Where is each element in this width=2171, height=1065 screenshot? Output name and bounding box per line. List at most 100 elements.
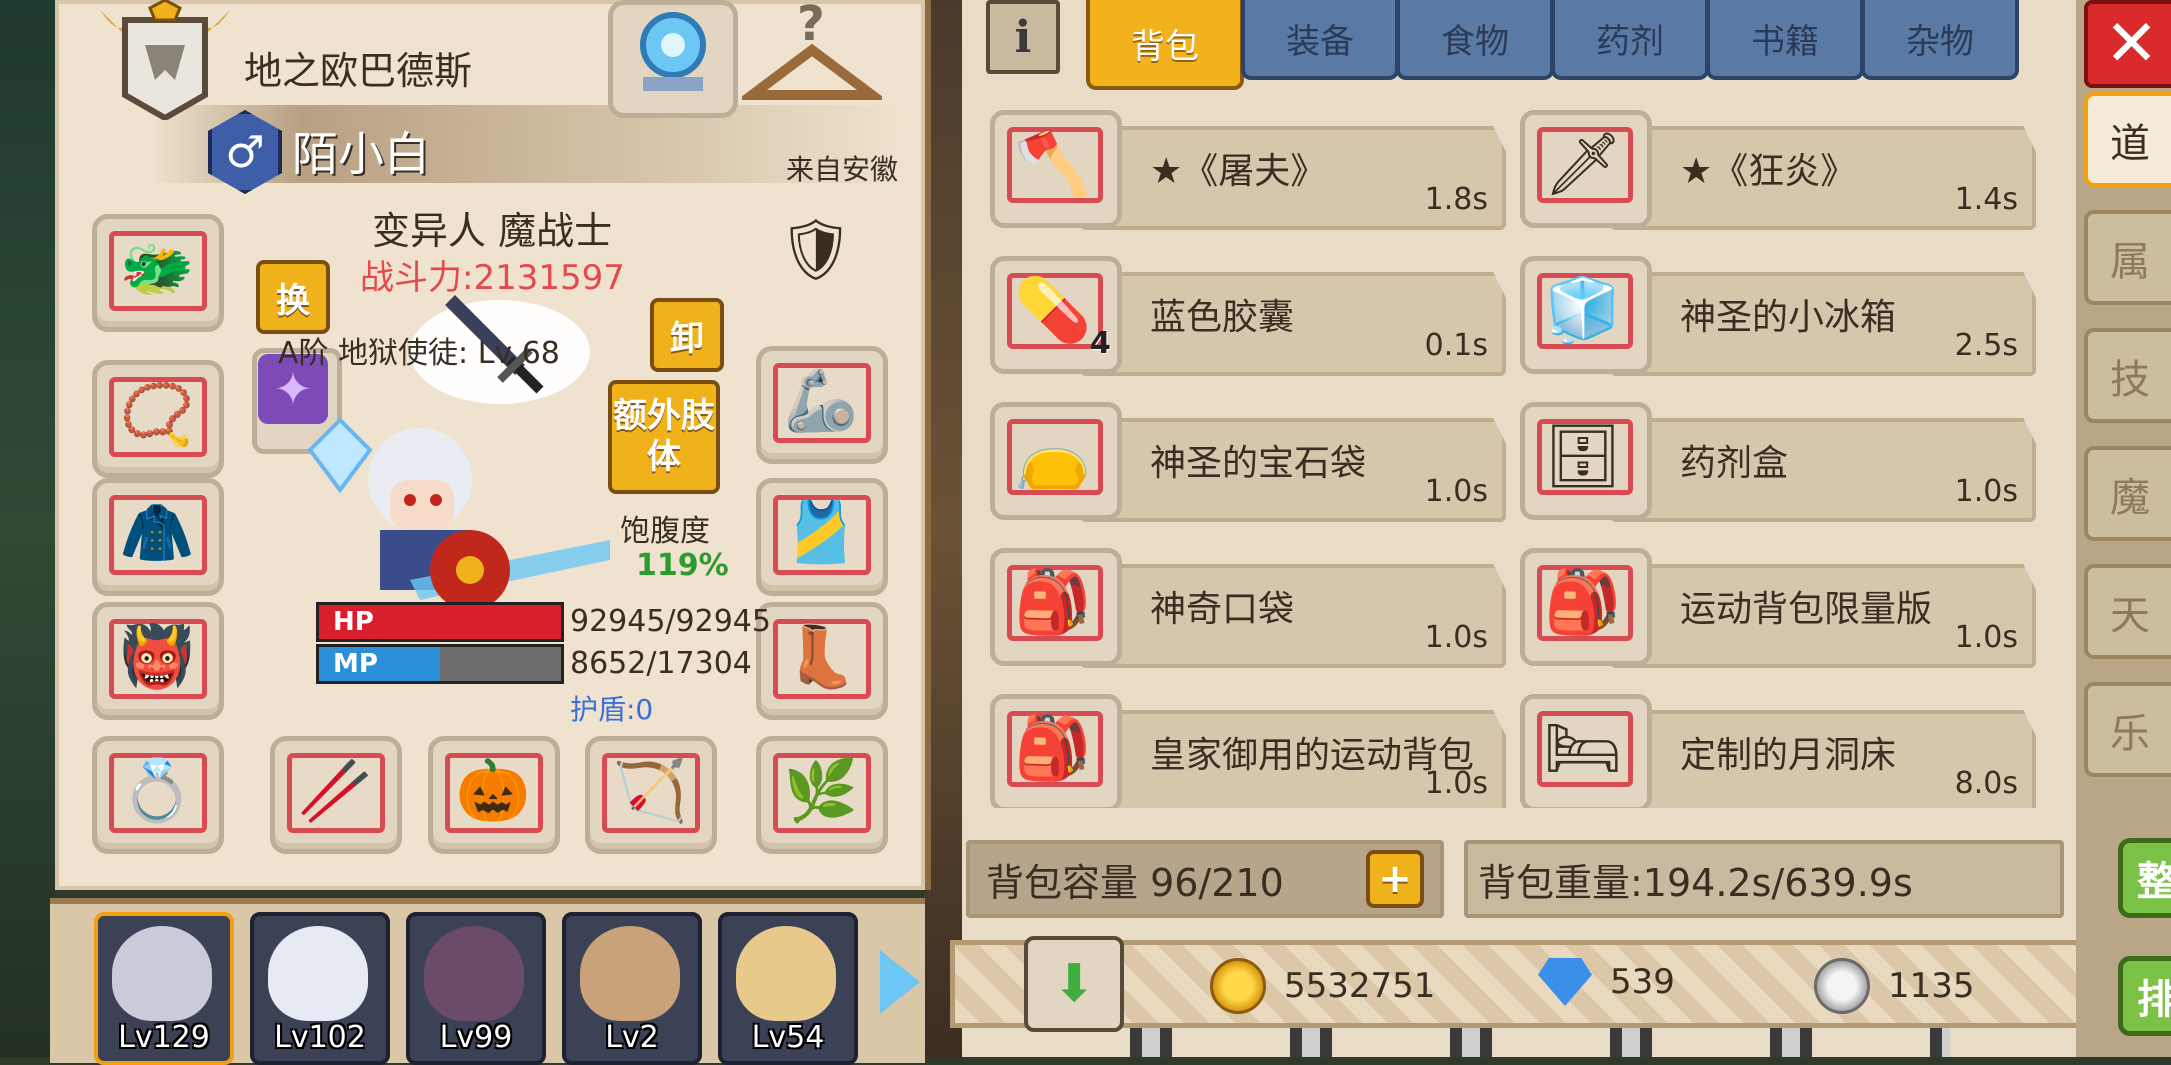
side-action-button-1[interactable]: 排 <box>2118 956 2171 1036</box>
equip-slot-gauntlet[interactable]: 🦾 <box>756 346 888 464</box>
inventory-item[interactable]: 🗄 药剂盒 1.0s <box>1520 402 2036 522</box>
equip-slot-armor[interactable]: 👹 <box>92 602 224 720</box>
hp-label: HP <box>333 607 374 637</box>
wreath-ring-icon: 🌿 <box>783 756 859 826</box>
party-next-arrow-icon[interactable] <box>880 950 920 1014</box>
character-origin: 来自安徽 <box>786 153 899 186</box>
party-member-avatar <box>736 926 836 1021</box>
party-member-level: Lv99 <box>439 1020 513 1055</box>
party-member[interactable]: Lv129 <box>94 912 234 1065</box>
belt-icon: 🎽 <box>783 498 859 568</box>
crest-icon: 🛡 <box>777 215 855 285</box>
weight-text: 背包重量:194.2s/639.9s <box>1478 860 1913 905</box>
close-button[interactable]: ✕ <box>2084 0 2171 88</box>
gold-coin-icon <box>1210 958 1266 1014</box>
side-action-button-0[interactable]: 整 <box>2118 838 2171 918</box>
capacity-text: 背包容量 96/210 <box>986 860 1284 905</box>
dragon-helmet-icon: 🐲 <box>119 234 195 304</box>
equip-slot-necklace[interactable]: 📿 <box>92 360 224 478</box>
equip-slot-crest[interactable]: 🛡 <box>756 200 878 308</box>
inventory-item[interactable]: 💊 蓝色胶囊 0.1s 4 <box>990 256 1506 376</box>
inventory-item[interactable]: 🎒 运动背包限量版 1.0s <box>1520 548 2036 668</box>
tab-2[interactable]: 食物 <box>1396 0 1554 80</box>
deposit-button[interactable]: ⬇ <box>1024 936 1124 1032</box>
boots-icon: 👢 <box>783 622 859 692</box>
character-title: 地之欧巴德斯 <box>244 49 473 93</box>
bottom-decor-strip <box>1130 1028 1950 1057</box>
backpack-icon: 🎒 <box>1544 565 1622 638</box>
item-weight: 1.0s <box>1424 766 1488 801</box>
equip-slot-bow[interactable]: 🏹 <box>585 736 717 854</box>
side-tab-5[interactable]: 乐 <box>2084 682 2171 777</box>
inventory-item[interactable]: 🎒 神奇口袋 1.0s <box>990 548 1506 668</box>
diamond-icon <box>1538 958 1592 1006</box>
item-weight: 1.0s <box>1954 620 2018 655</box>
demon-armor-icon: 👹 <box>119 622 195 692</box>
inventory-item[interactable]: 🎒 皇家御用的运动背包 1.0s <box>990 694 1506 808</box>
item-name: ★《屠夫》 <box>1150 151 1327 192</box>
silver-amount: 1135 <box>1888 966 1975 1006</box>
inventory-item[interactable]: 🛏 定制的月洞床 8.0s <box>1520 694 2036 808</box>
wardrobe-hanger-icon[interactable]: ? <box>737 0 887 110</box>
inventory-item[interactable]: 🧊 神圣的小冰箱 2.5s <box>1520 256 2036 376</box>
plus-icon: + <box>1378 856 1412 902</box>
tab-0[interactable]: 背包 <box>1086 0 1244 90</box>
party-member-level: Lv129 <box>118 1020 210 1055</box>
side-tab-0[interactable]: 道 <box>2084 92 2171 187</box>
item-weight: 2.5s <box>1954 328 2018 363</box>
party-member[interactable]: Lv54 <box>718 912 858 1065</box>
side-tab-2[interactable]: 技 <box>2084 328 2171 423</box>
equip-slot-helmet[interactable]: 🐲 <box>92 214 224 332</box>
equip-slot-pumpkin[interactable]: 🎃 <box>428 736 560 854</box>
party-member-avatar <box>268 926 368 1021</box>
party-member[interactable]: Lv102 <box>250 912 390 1065</box>
pumpkin-icon: 🎃 <box>455 756 531 826</box>
item-name: 神奇口袋 <box>1150 589 1295 630</box>
side-tab-4[interactable]: 天 <box>2084 564 2171 659</box>
party-member-level: Lv2 <box>605 1020 659 1055</box>
item-name: 神圣的小冰箱 <box>1680 297 1897 338</box>
equip-slot-ring-right[interactable]: 🌿 <box>756 736 888 854</box>
item-name: 药剂盒 <box>1680 443 1789 484</box>
royal-backpack-icon: 🎒 <box>1014 711 1092 784</box>
equip-slot-boots[interactable]: 👢 <box>756 602 888 720</box>
equip-slot-cape[interactable]: 🧥 <box>92 478 224 596</box>
tab-4[interactable]: 书籍 <box>1706 0 1864 80</box>
shield-value: 护盾:0 <box>570 693 654 726</box>
side-tab-3[interactable]: 魔 <box>2084 446 2171 541</box>
info-button[interactable]: i <box>986 0 1060 74</box>
staff-icon: 🥢 <box>297 756 373 826</box>
gauntlet-icon: 🦾 <box>783 366 859 436</box>
unequip-button[interactable]: 卸 <box>650 298 724 372</box>
equip-slot-belt[interactable]: 🎽 <box>756 478 888 596</box>
map-background-left <box>0 0 55 1057</box>
mp-label: MP <box>333 649 378 679</box>
inventory-item[interactable]: 👝 神圣的宝石袋 1.0s <box>990 402 1506 522</box>
party-member[interactable]: Lv99 <box>406 912 546 1065</box>
potion-box-icon: 🗄 <box>1543 419 1623 492</box>
svg-text:?: ? <box>797 0 825 52</box>
party-member[interactable]: Lv2 <box>562 912 702 1065</box>
inventory-item[interactable]: 🪓 ★《屠夫》 1.8s <box>990 110 1506 230</box>
item-weight: 1.4s <box>1954 182 2018 217</box>
inventory-item[interactable]: 🗡 ★《狂炎》 1.4s <box>1520 110 2036 230</box>
item-weight: 8.0s <box>1954 766 2018 801</box>
tab-3[interactable]: 药剂 <box>1551 0 1709 80</box>
gem-bag-icon: 👝 <box>1014 419 1092 492</box>
guild-emblem-icon[interactable] <box>90 0 240 122</box>
equip-slot-ring-left[interactable]: 💍 <box>92 736 224 854</box>
item-name: 神圣的宝石袋 <box>1150 443 1367 484</box>
crystal-altar-icon[interactable] <box>608 0 738 118</box>
swap-button[interactable]: 换 <box>256 260 330 334</box>
tab-1[interactable]: 装备 <box>1241 0 1399 80</box>
side-tab-1[interactable]: 属 <box>2084 210 2171 305</box>
character-name: 陌小白 <box>292 127 430 181</box>
satiety-value: 119% <box>636 548 729 583</box>
hp-bar: HP <box>316 602 564 642</box>
tab-5[interactable]: 杂物 <box>1861 0 2019 80</box>
equip-slot-staff[interactable]: 🥢 <box>270 736 402 854</box>
satiety-label: 饱腹度 <box>620 514 710 549</box>
item-name: ★《狂炎》 <box>1680 151 1857 192</box>
download-arrow-icon: ⬇ <box>1052 954 1096 1014</box>
expand-capacity-button[interactable]: + <box>1366 850 1424 908</box>
